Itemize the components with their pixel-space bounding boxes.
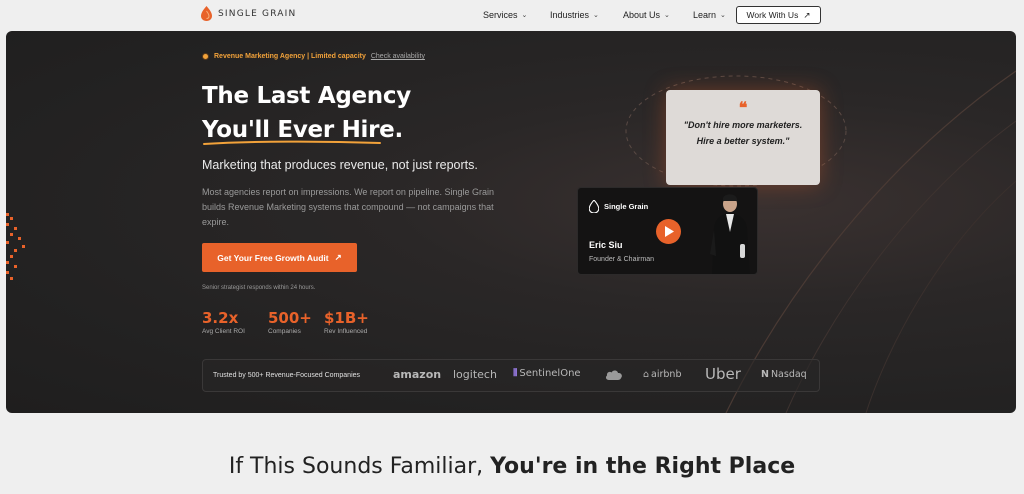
check-availability-link[interactable]: Check availability: [371, 53, 425, 60]
sentinelone-text: SentinelOne: [519, 368, 581, 379]
testimonial-quote-card: ❝ "Don't hire more marketers. Hire a bet…: [666, 90, 820, 185]
stat-value: 3.2x: [202, 309, 239, 327]
video-brand: Single Grain: [589, 200, 648, 213]
logo-text: SINGLE GRAIN: [218, 8, 297, 19]
chevron-down-icon: ⌄: [593, 12, 599, 19]
nav-item-label: Industries: [550, 10, 590, 20]
section-heading-light: If This Sounds Familiar,: [228, 454, 491, 479]
trusted-by-bar: Trusted by 500+ Revenue-Focused Companie…: [202, 359, 820, 392]
pixel-decoration: [6, 211, 28, 286]
airbnb-logo: ⌂ airbnb: [643, 369, 681, 380]
nasdaq-logo: N Nasdaq: [761, 369, 807, 380]
video-brand-text: Single Grain: [604, 202, 649, 211]
nav-item-label: About Us: [623, 10, 661, 20]
section-heading-bold: You're in the Right Place: [490, 454, 796, 479]
stat-value: 500+: [268, 309, 312, 327]
hero-section: Revenue Marketing Agency | Limited capac…: [6, 31, 1016, 413]
hero-subtitle: Marketing that produces revenue, not jus…: [202, 158, 478, 172]
speaker-role: Founder & Chairman: [589, 256, 654, 263]
title-underline-decoration: [203, 140, 381, 145]
amazon-logo: amazon: [393, 368, 442, 381]
top-nav: SINGLE GRAIN Services ⌄ Industries ⌄ Abo…: [0, 0, 1024, 30]
trust-label: Trusted by 500+ Revenue-Focused Companie…: [213, 372, 361, 379]
stat-roi: 3.2x Avg Client ROI: [202, 309, 245, 335]
hero-title-line1: The Last Agency: [202, 83, 411, 109]
founder-video-card[interactable]: Single Grain Eric Siu Founder & Chairman: [577, 187, 758, 275]
chevron-down-icon: ⌄: [720, 12, 726, 19]
work-with-us-button[interactable]: Work With Us ↗: [736, 6, 821, 24]
stat-label: Avg Client ROI: [202, 328, 245, 335]
cta-label: Get Your Free Growth Audit: [217, 252, 329, 263]
stat-label: Rev Influenced: [324, 328, 368, 335]
airbnb-text: airbnb: [651, 369, 682, 380]
stat-label: Companies: [268, 328, 301, 335]
stat-companies: 500+ Companies: [268, 309, 312, 335]
nav-item-label: Learn: [693, 10, 717, 20]
nav-item-services[interactable]: Services ⌄: [483, 10, 527, 20]
play-button[interactable]: [656, 219, 681, 244]
grain-logo-icon: [201, 6, 212, 21]
logitech-logo: logitech: [453, 368, 497, 381]
cta-note: Senior strategist responds within 24 hou…: [202, 285, 316, 291]
badge-text: Revenue Marketing Agency | Limited capac…: [214, 53, 366, 60]
chevron-down-icon: ⌄: [521, 12, 528, 19]
nav-item-label: Services: [483, 10, 518, 20]
nasdaq-mark-icon: N: [761, 369, 769, 380]
founder-photo: [710, 194, 750, 274]
work-with-us-label: Work With Us: [746, 10, 799, 20]
speaker-name: Eric Siu: [589, 240, 623, 250]
arrow-up-right-icon: ↗: [334, 252, 342, 262]
airbnb-mark-icon: ⌂: [643, 369, 650, 380]
hero-background-lines: [625, 70, 1016, 413]
sentinelone-mark-icon: ⦀: [513, 368, 518, 379]
salesforce-cloud-icon: [605, 370, 622, 380]
arrow-up-right-icon: ↗: [803, 9, 811, 20]
hero-title: The Last Agency You'll Ever Hire.: [202, 79, 411, 147]
salesforce-logo: salesforce: [605, 369, 623, 381]
logo[interactable]: SINGLE GRAIN: [201, 6, 296, 21]
sentinelone-logo: ⦀ SentinelOne: [513, 368, 581, 379]
nav-item-about[interactable]: About Us ⌄: [623, 10, 670, 20]
grain-logo-icon: [589, 200, 599, 213]
stat-revenue: $1B+ Rev Influenced: [324, 309, 369, 335]
nav-item-industries[interactable]: Industries ⌄: [550, 10, 599, 20]
play-icon: [664, 226, 674, 237]
section-heading: If This Sounds Familiar, You're in the R…: [0, 454, 1024, 479]
status-dot-icon: [202, 53, 209, 60]
uber-logo: Uber: [705, 365, 741, 383]
quote-text: "Don't hire more marketers. Hire a bette…: [683, 120, 803, 146]
stat-value: $1B+: [324, 309, 369, 327]
nav-item-learn[interactable]: Learn ⌄: [693, 10, 726, 20]
hero-paragraph: Most agencies report on impressions. We …: [202, 187, 494, 227]
page: SINGLE GRAIN Services ⌄ Industries ⌄ Abo…: [0, 0, 1024, 494]
availability-badge: Revenue Marketing Agency | Limited capac…: [202, 53, 425, 60]
quote-icon: ❝: [738, 100, 748, 117]
free-growth-audit-button[interactable]: Get Your Free Growth Audit ↗: [202, 243, 357, 272]
chevron-down-icon: ⌄: [664, 12, 670, 19]
nasdaq-text: Nasdaq: [770, 369, 807, 380]
